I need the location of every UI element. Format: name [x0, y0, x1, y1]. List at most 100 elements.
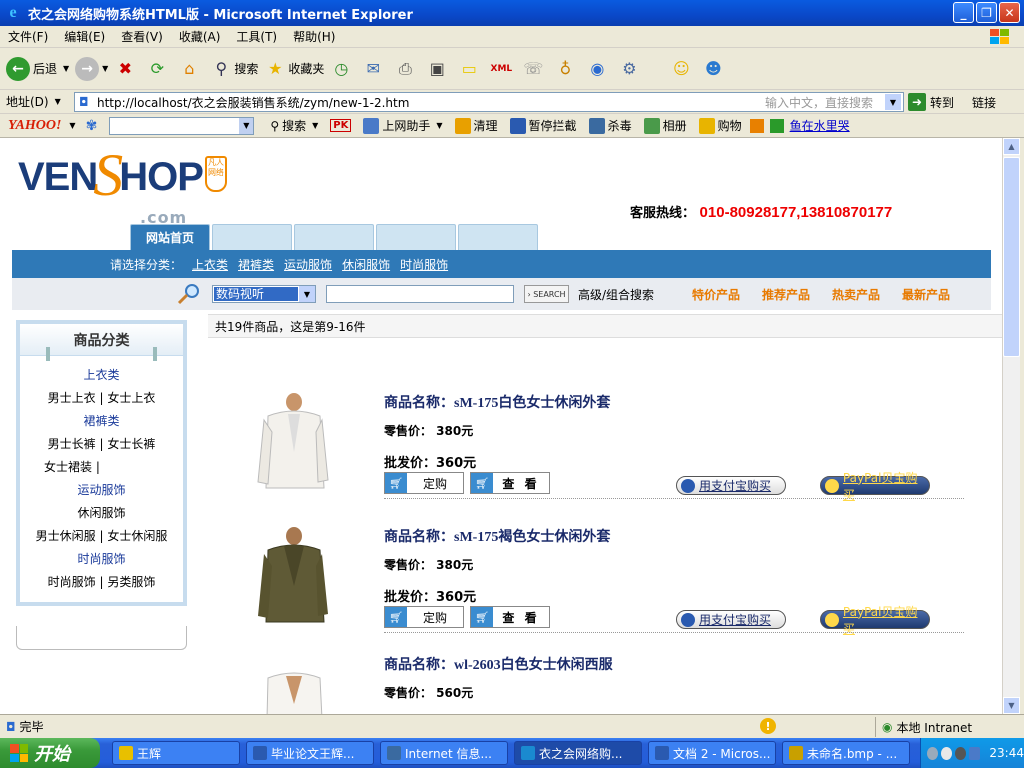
- view-button[interactable]: 🛒︎ 查 看: [470, 606, 550, 628]
- yahoo-popup-block-button[interactable]: 暂停拦截: [509, 117, 577, 134]
- chevron-down-icon[interactable]: ▼: [69, 121, 75, 130]
- advanced-search-link[interactable]: 高级/组合搜索: [578, 286, 654, 303]
- chevron-down-icon[interactable]: ▼: [239, 117, 254, 134]
- taskbar-task[interactable]: Internet 信息...: [380, 741, 508, 765]
- window-titlebar[interactable]: e 衣之会网络购物系统HTML版 - Microsoft Internet Ex…: [0, 0, 1024, 26]
- category-link-skirts-pants[interactable]: 裙裤类: [238, 256, 274, 273]
- yahoo-album-button[interactable]: 相册: [643, 117, 687, 134]
- chevron-down-icon[interactable]: ▼: [55, 97, 61, 106]
- note-icon[interactable]: ▭: [458, 58, 480, 80]
- stop-icon[interactable]: ✖: [114, 58, 136, 80]
- special-products-link[interactable]: 特价产品: [692, 286, 740, 303]
- category-link-tops[interactable]: 上衣类: [192, 256, 228, 273]
- tab-empty[interactable]: [376, 224, 456, 250]
- battery-icon[interactable]: [969, 746, 981, 760]
- tab-home[interactable]: 网站首页: [130, 224, 210, 250]
- scroll-down-icon[interactable]: ▼: [1003, 697, 1020, 714]
- tab-empty[interactable]: [458, 224, 538, 250]
- back-button[interactable]: ← 后退 ▼: [6, 56, 69, 81]
- warning-icon[interactable]: !: [760, 718, 776, 734]
- menu-file[interactable]: 文件(F): [0, 28, 56, 45]
- yahoo-shopping-button[interactable]: 购物: [698, 117, 742, 134]
- home-icon[interactable]: ⌂: [178, 58, 200, 80]
- start-button[interactable]: 开始: [0, 738, 100, 768]
- taskbar-task[interactable]: 毕业论文王辉...: [246, 741, 374, 765]
- history-icon[interactable]: ◷: [330, 58, 352, 80]
- scroll-thumb[interactable]: [1003, 157, 1020, 357]
- messenger-icon[interactable]: ☏: [522, 58, 544, 80]
- tools-icon[interactable]: ⚙: [618, 58, 640, 80]
- address-input[interactable]: ◘ http://localhost/衣之会服装销售系统/zym/new-1-2…: [74, 92, 904, 112]
- taskbar-task[interactable]: 王辉: [112, 741, 240, 765]
- view-button[interactable]: 🛒︎ 查 看: [470, 472, 550, 494]
- yahoo-search-button[interactable]: ⚲ 搜索 ▼: [270, 117, 318, 134]
- print-icon[interactable]: ⎙: [394, 58, 416, 80]
- hot-products-link[interactable]: 热卖产品: [832, 286, 880, 303]
- rss-icon[interactable]: [749, 118, 764, 133]
- sidebar-item[interactable]: 时尚服饰 | 另类服饰: [20, 571, 183, 594]
- yahoo-clean-button[interactable]: 清理: [454, 117, 498, 134]
- go-button[interactable]: ➜ 转到 链接: [908, 93, 996, 111]
- sidebar-category[interactable]: 上衣类: [20, 364, 183, 387]
- chevron-down-icon[interactable]: ▼: [63, 64, 69, 73]
- category-link-fashion[interactable]: 时尚服饰: [400, 256, 448, 273]
- scroll-up-icon[interactable]: ▲: [1003, 138, 1020, 155]
- sidebar-category[interactable]: 运动服饰: [20, 479, 183, 502]
- search-button[interactable]: › SEARCH: [524, 285, 569, 303]
- menu-edit[interactable]: 编辑(E): [56, 28, 113, 45]
- money-bag-icon[interactable]: ♁: [554, 58, 576, 80]
- globe-icon[interactable]: ◉: [586, 58, 608, 80]
- search-button[interactable]: ⚲ 搜索: [210, 58, 258, 80]
- xml-icon[interactable]: XML: [490, 58, 513, 80]
- sidebar-item[interactable]: 休闲服饰: [20, 502, 183, 525]
- menu-help[interactable]: 帮助(H): [285, 28, 343, 45]
- favorites-button[interactable]: ★ 收藏夹: [264, 58, 324, 80]
- category-link-casual[interactable]: 休闲服饰: [342, 256, 390, 273]
- taskbar-task[interactable]: 衣之会网络购...: [514, 741, 642, 765]
- category-link-sportswear[interactable]: 运动服饰: [284, 256, 332, 273]
- alipay-button[interactable]: 用支付宝购买: [676, 610, 786, 629]
- yahoo-assistant-button[interactable]: 上网助手 ▼: [363, 117, 443, 134]
- users-icon[interactable]: ☻: [702, 58, 724, 80]
- search-keyword-input[interactable]: [326, 285, 514, 303]
- product-image[interactable]: [248, 526, 338, 626]
- site-logo[interactable]: VEN S HOP 凡人网络 .com: [18, 145, 227, 227]
- product-name[interactable]: 商品名称：wl-2603白色女士休闲西服: [384, 654, 613, 674]
- links-label[interactable]: 链接: [972, 94, 996, 111]
- vertical-scrollbar[interactable]: ▲ ▼: [1002, 138, 1020, 714]
- yahoo-user-link[interactable]: 鱼在水里哭: [790, 117, 850, 134]
- product-name[interactable]: 商品名称：sM-175褐色女士休闲外套: [384, 526, 610, 546]
- product-image[interactable]: [248, 392, 338, 492]
- menu-tools[interactable]: 工具(T): [228, 28, 285, 45]
- new-products-link[interactable]: 最新产品: [902, 286, 950, 303]
- sidebar-category[interactable]: 裙裤类: [20, 410, 183, 433]
- close-button[interactable]: ✕: [999, 2, 1020, 23]
- product-name[interactable]: 商品名称：sM-175白色女士休闲外套: [384, 392, 610, 412]
- maximize-button[interactable]: ❐: [976, 2, 997, 23]
- back-icon[interactable]: [927, 746, 939, 760]
- yahoo-search-input[interactable]: ▼: [109, 116, 255, 135]
- tab-empty[interactable]: [212, 224, 292, 250]
- product-image[interactable]: [248, 664, 338, 714]
- sidebar-item[interactable]: 男士休闲服 | 女士休闲服: [20, 525, 183, 548]
- yahoo-antivirus-button[interactable]: 杀毒: [588, 117, 632, 134]
- sidebar-category[interactable]: 时尚服饰: [20, 548, 183, 571]
- flower-icon[interactable]: ✾: [86, 118, 98, 134]
- taskbar-task[interactable]: 未命名.bmp - ...: [782, 741, 910, 765]
- yahoo-logo[interactable]: YAHOO!: [8, 118, 61, 134]
- taskbar-task[interactable]: 文档 2 - Micros...: [648, 741, 776, 765]
- mail-icon[interactable]: ✉: [362, 58, 384, 80]
- sidebar-item[interactable]: 女士裙装 |: [20, 456, 183, 479]
- refresh-icon[interactable]: ⟳: [146, 58, 168, 80]
- chevron-down-icon[interactable]: ▼: [299, 286, 315, 302]
- sidebar-item[interactable]: 男士上衣 | 女士上衣: [20, 387, 183, 410]
- forward-button[interactable]: → ▼: [75, 56, 108, 81]
- yahoo-pk-button[interactable]: PK: [330, 119, 352, 132]
- chevron-down-icon[interactable]: ▼: [102, 64, 108, 73]
- tab-empty[interactable]: [294, 224, 374, 250]
- antivirus-icon[interactable]: [955, 746, 967, 760]
- paypal-button[interactable]: PayPal贝宝购买: [820, 605, 930, 636]
- sidebar-item[interactable]: 男士长裤 | 女士长裤: [20, 433, 183, 456]
- order-button[interactable]: 🛒︎ 定购: [384, 472, 464, 494]
- minimize-button[interactable]: _: [953, 2, 974, 23]
